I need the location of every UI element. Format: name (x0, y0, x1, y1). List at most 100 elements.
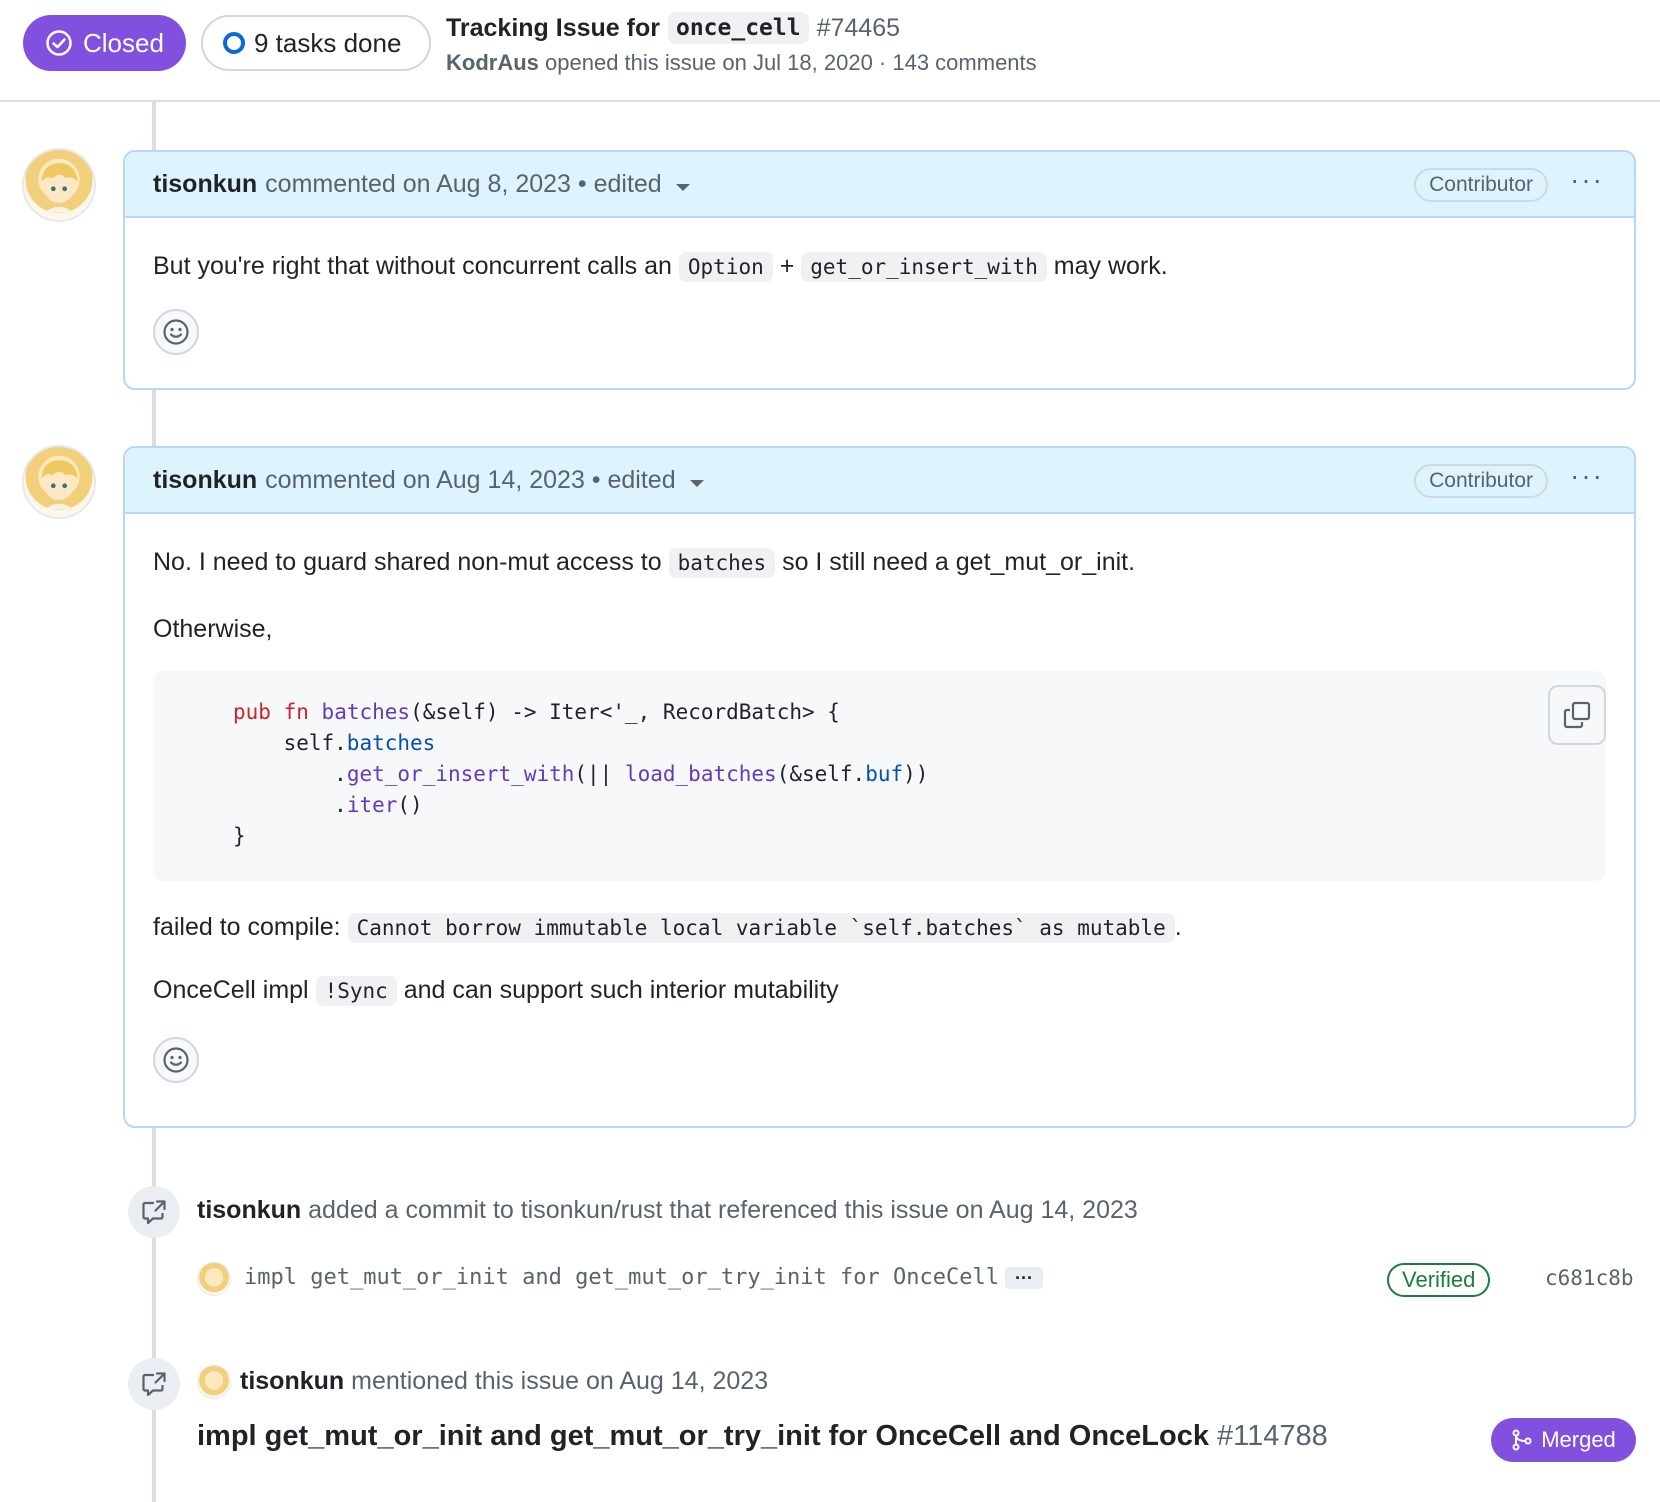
kebab-icon[interactable]: ··· (1570, 462, 1604, 490)
inline-code: Option (678, 252, 773, 282)
comment: tisonkun commented on Aug 14, 2023 • edi… (123, 446, 1636, 1128)
comment-body: No. I need to guard shared non-mut acces… (125, 544, 1634, 1083)
git-merge-icon (1512, 1429, 1532, 1451)
verified-badge[interactable]: Verified (1387, 1263, 1491, 1297)
issue-title-code: once_cell (667, 12, 809, 44)
comment-meta[interactable]: commented on Aug 14, 2023 • edited (265, 466, 675, 495)
code-token: batches (321, 700, 411, 724)
code-token: pub (233, 700, 271, 724)
code-token: . (334, 762, 347, 786)
add-reaction-button[interactable] (153, 1037, 199, 1083)
caret-down-icon[interactable] (689, 479, 704, 487)
comment-header: tisonkun commented on Aug 14, 2023 • edi… (125, 448, 1634, 514)
text: failed to compile: (153, 913, 341, 941)
comment-paragraph: But you're right that without concurrent… (153, 248, 1606, 285)
code-token: get_or_insert_with (346, 762, 575, 786)
cross-reference-icon (128, 1186, 180, 1238)
issue-opener-link[interactable]: KodrAus (446, 50, 539, 75)
check-circle-icon (45, 29, 73, 57)
code-line: .get_or_insert_with(|| load_batches(&sel… (233, 762, 928, 786)
code-line: self.batches (233, 731, 436, 755)
comment-paragraph: No. I need to guard shared non-mut acces… (153, 544, 1606, 581)
code-token: batches (346, 731, 436, 755)
avatar[interactable] (197, 1365, 231, 1399)
pr-state-badge: Merged (1491, 1418, 1636, 1462)
code-token: (&self) -> Iter<'_, RecordBatch> { (410, 700, 840, 724)
code-line: pub fn batches(&self) -> Iter<'_, Record… (233, 700, 840, 724)
inline-code: !Sync (315, 976, 397, 1006)
copy-icon (1563, 701, 1591, 729)
event-text: added a commit to tisonkun/rust that ref… (308, 1196, 1138, 1224)
caret-down-icon[interactable] (675, 183, 690, 191)
comment: tisonkun commented on Aug 8, 2023 • edit… (123, 150, 1636, 390)
issue-opened-text: opened this issue on Jul 18, 2020 · 143 … (545, 50, 1037, 75)
copy-code-button[interactable] (1548, 685, 1606, 745)
tasks-label: 9 tasks done (254, 27, 402, 58)
timeline-event-mention: tisonkun mentioned this issue on Aug 14,… (240, 1367, 768, 1396)
text: No. I need to guard shared non-mut acces… (153, 548, 662, 576)
add-reaction-button[interactable] (153, 309, 199, 355)
comment-meta[interactable]: commented on Aug 8, 2023 • edited (265, 170, 662, 199)
text: so I still need a get_mut_or_init. (782, 548, 1136, 576)
comment-author-link[interactable]: tisonkun (153, 170, 257, 199)
commit-sha-link[interactable]: c681c8b (1545, 1266, 1634, 1290)
text: + (779, 252, 795, 280)
inline-code: get_or_insert_with (801, 252, 1047, 282)
text: may work. (1053, 252, 1168, 280)
issue-header: Closed 9 tasks done Tracking Issue for o… (0, 0, 1660, 102)
cross-reference-icon (128, 1358, 180, 1410)
timeline-event-commit: tisonkun added a commit to tisonkun/rust… (197, 1196, 1138, 1225)
code-token: } (233, 824, 246, 848)
code-line: .iter() (233, 793, 423, 817)
comment-paragraph: Otherwise, (153, 615, 273, 643)
code-token: () (397, 793, 423, 817)
smiley-icon (163, 319, 189, 345)
code-token: . (334, 793, 347, 817)
comment-body: But you're right that without concurrent… (125, 248, 1634, 355)
inline-code: Cannot borrow immutable local variable `… (347, 913, 1175, 943)
avatar[interactable] (197, 1262, 231, 1296)
inline-code: batches (668, 548, 776, 578)
code-token: buf (865, 762, 904, 786)
avatar[interactable] (22, 148, 96, 222)
contributor-badge: Contributor (1414, 464, 1548, 498)
comment-author-link[interactable]: tisonkun (153, 466, 257, 495)
commit-message-link[interactable]: impl get_mut_or_init and get_mut_or_try_… (244, 1265, 999, 1290)
event-author-link[interactable]: tisonkun (240, 1367, 344, 1395)
commit-expand-button[interactable]: ··· (1005, 1267, 1043, 1289)
code-token: iter (346, 793, 398, 817)
pr-title-text: impl get_mut_or_init and get_mut_or_try_… (197, 1420, 1209, 1452)
timeline-line (152, 102, 156, 150)
text: But you're right that without concurrent… (153, 252, 672, 280)
event-author-link[interactable]: tisonkun (197, 1196, 301, 1224)
code-token: (|| (574, 762, 625, 786)
pr-state-label: Merged (1541, 1427, 1616, 1452)
issue-title: Tracking Issue for once_cell #74465 (446, 12, 900, 44)
text: . (1174, 913, 1182, 941)
timeline-line (152, 1128, 156, 1502)
code-token: fn (283, 700, 309, 724)
text: and can support such interior mutability (403, 976, 839, 1004)
comment-header: tisonkun commented on Aug 8, 2023 • edit… (125, 152, 1634, 218)
avatar[interactable] (22, 445, 96, 519)
kebab-icon[interactable]: ··· (1570, 166, 1604, 194)
smiley-icon (163, 1047, 189, 1073)
pr-number: #114788 (1217, 1420, 1328, 1452)
issue-state-badge: Closed (23, 15, 186, 71)
contributor-badge: Contributor (1414, 168, 1548, 202)
text: OnceCell impl (153, 976, 309, 1004)
issue-number: #74465 (816, 13, 901, 42)
timeline-line (152, 390, 156, 446)
code-token: (&self. (776, 762, 866, 786)
comment-paragraph: OnceCell impl !Sync and can support such… (153, 972, 1606, 1009)
issue-meta: KodrAus opened this issue on Jul 18, 202… (446, 50, 1037, 76)
issue-title-text: Tracking Issue for (446, 13, 660, 42)
issue-state-label: Closed (83, 27, 164, 58)
tasks-progress-button[interactable]: 9 tasks done (201, 15, 431, 71)
pr-title-link[interactable]: impl get_mut_or_init and get_mut_or_try_… (197, 1420, 1328, 1453)
code-token: )) (903, 762, 929, 786)
code-line: } (233, 824, 246, 848)
code-token: self. (283, 731, 347, 755)
code-token: load_batches (624, 762, 777, 786)
task-ring-icon (223, 32, 245, 54)
